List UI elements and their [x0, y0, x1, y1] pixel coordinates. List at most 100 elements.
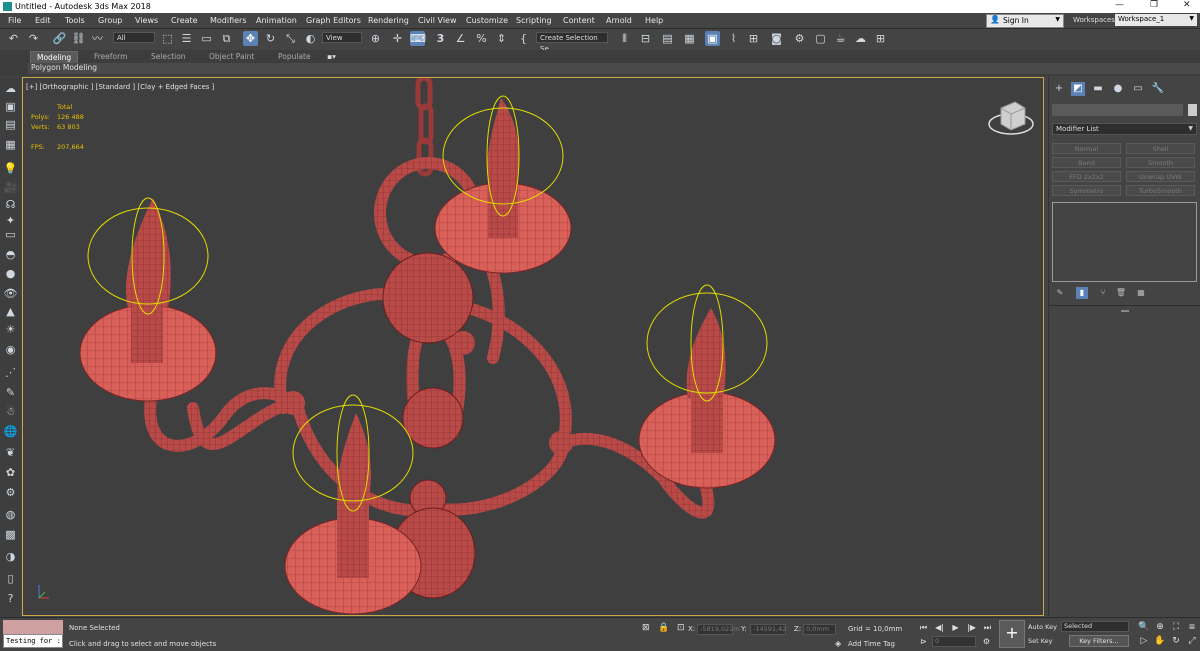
paint-icon[interactable]: ✎ [3, 385, 18, 400]
menu-rendering[interactable]: Rendering [368, 16, 409, 25]
spinner-snap-icon[interactable]: ⇕ [494, 31, 509, 46]
curve-editor-icon[interactable]: ⌇ [726, 31, 741, 46]
menu-content[interactable]: Content [563, 16, 595, 25]
sun-icon[interactable]: ☀ [3, 322, 18, 337]
menu-animation[interactable]: Animation [256, 16, 297, 25]
motion-tab-icon[interactable]: ● [1111, 82, 1125, 96]
viewcube[interactable] [988, 101, 1034, 135]
snaps-toggle-icon[interactable]: 3 [433, 31, 448, 46]
schematic-view-icon[interactable]: ⊞ [746, 31, 761, 46]
menu-scripting[interactable]: Scripting [516, 16, 552, 25]
modifier-turbosmooth-button[interactable]: TurboSmooth [1126, 185, 1195, 196]
menu-edit[interactable]: Edit [35, 16, 51, 25]
goto-start-icon[interactable]: ⏮ [918, 622, 929, 633]
toggle-ribbon-icon[interactable]: ▣ [705, 31, 720, 46]
z-coord-field[interactable]: 0,0mm [803, 624, 836, 635]
zoom-extents-all-icon[interactable]: ⧈ [1186, 621, 1198, 633]
modifier-unwrap-uvw-button[interactable]: Unwrap UVW [1126, 171, 1195, 182]
field-of-view-icon[interactable]: ▷ [1138, 635, 1150, 647]
maximize-button[interactable]: ❐ [1150, 0, 1158, 10]
ribbon-options-icon[interactable]: ▪▾ [327, 51, 336, 62]
display-tab-icon[interactable]: ▭ [1131, 82, 1145, 96]
modifier-normal-button[interactable]: Normal [1052, 143, 1121, 154]
menu-tools[interactable]: Tools [65, 16, 85, 25]
material-editor-icon[interactable]: ◙ [769, 31, 784, 46]
select-rotate-icon[interactable]: ↻ [263, 31, 278, 46]
display-icon[interactable]: ▣ [3, 99, 18, 114]
chandelier-model[interactable] [23, 78, 1044, 616]
compass-icon[interactable]: ◑ [3, 549, 18, 564]
spacewarp-icon[interactable]: ✦ [3, 213, 18, 228]
menu-civil-view[interactable]: Civil View [418, 16, 457, 25]
key-mode-dropdown[interactable]: Selected [1061, 621, 1129, 632]
close-button[interactable]: ✕ [1183, 0, 1191, 10]
leaf-icon[interactable]: ❦ [3, 445, 18, 460]
set-key-big-button[interactable]: + [999, 620, 1025, 648]
maxscript-listener-input[interactable]: Testing for : [3, 634, 63, 648]
toggle-scene-explorer-icon[interactable]: ▤ [660, 31, 675, 46]
play-icon[interactable]: ▶ [950, 622, 961, 633]
scene-explorer-icon[interactable]: ☁ [3, 81, 18, 96]
sphere-icon[interactable]: ● [3, 266, 18, 281]
selection-filter-dropdown[interactable]: All [113, 32, 155, 43]
edit-named-sets-icon[interactable]: { [516, 31, 531, 46]
tab-selection[interactable]: Selection [151, 51, 186, 62]
reference-coord-dropdown[interactable]: View [322, 32, 362, 43]
key-filters-button[interactable]: Key Filters... [1069, 635, 1129, 647]
camera-icon[interactable]: 🎥 [3, 180, 18, 195]
undo-icon[interactable]: ↶ [6, 31, 21, 46]
bind-space-warp-icon[interactable]: 〰 [90, 31, 105, 46]
configure-sets-icon[interactable]: ▦ [1135, 287, 1147, 299]
list-icon[interactable]: ▦ [3, 137, 18, 152]
minimize-button[interactable]: — [1115, 0, 1124, 10]
angle-snap-icon[interactable]: ∠ [453, 31, 468, 46]
menu-create[interactable]: Create [171, 16, 198, 25]
menu-views[interactable]: Views [135, 16, 158, 25]
modify-tab-icon[interactable]: ◩ [1071, 82, 1085, 96]
remove-modifier-icon[interactable]: 🗑 [1115, 287, 1127, 299]
cone-icon[interactable]: ▲ [3, 304, 18, 319]
prev-frame-icon[interactable]: ◀| [934, 622, 945, 633]
zoom-icon[interactable]: 🔍 [1138, 621, 1150, 633]
goto-end-icon[interactable]: ⏭ [982, 622, 993, 633]
modifier-shell-button[interactable]: Shell [1126, 143, 1195, 154]
walker-icon[interactable]: ⚙ [3, 485, 18, 500]
menu-help[interactable]: Help [645, 16, 663, 25]
helper-icon[interactable]: ☊ [3, 197, 18, 212]
workspace-dropdown[interactable]: Workspace_1 ▼ [1115, 14, 1197, 26]
eye-icon[interactable]: 👁 [3, 286, 18, 301]
material-icon[interactable]: ▩ [3, 527, 18, 542]
auto-key-button[interactable]: Auto Key [1028, 622, 1057, 633]
menu-group[interactable]: Group [98, 16, 122, 25]
time-config-icon[interactable]: ⚙ [981, 636, 992, 647]
hierarchy-tab-icon[interactable]: ▬ [1091, 82, 1105, 96]
select-by-name-icon[interactable]: ☰ [179, 31, 194, 46]
menu-file[interactable]: File [8, 16, 21, 25]
file-icon[interactable]: ▯ [3, 571, 18, 586]
select-move-icon[interactable]: ✥ [243, 31, 258, 46]
mirror-icon[interactable]: ⫴ [617, 31, 632, 46]
pin-stack-icon[interactable]: ✎ [1054, 287, 1066, 299]
character-icon[interactable]: ☃ [3, 404, 18, 419]
modifier-symmetry-button[interactable]: Symmetry [1052, 185, 1121, 196]
key-mode-icon[interactable]: ⊳ [918, 636, 929, 647]
render-production-icon[interactable]: ☕ [833, 31, 848, 46]
x-coord-field[interactable]: -5819,022m [697, 624, 740, 635]
link-icon[interactable]: 🔗 [52, 31, 67, 46]
next-frame-icon[interactable]: |▶ [966, 622, 977, 633]
orbit-icon[interactable]: ↻ [1170, 635, 1182, 647]
unlink-icon[interactable]: ⛓ [71, 31, 86, 46]
layer-icon[interactable]: ▤ [3, 117, 18, 132]
globe-icon[interactable]: 🌐 [3, 424, 18, 439]
maxscript-listener-output[interactable] [3, 620, 63, 634]
create-tab-icon[interactable]: + [1052, 82, 1066, 96]
align-icon[interactable]: ⊟ [638, 31, 653, 46]
select-manipulate-icon[interactable]: ✛ [390, 31, 405, 46]
select-scale-icon[interactable]: ⤡ [283, 31, 298, 46]
modifier-ffd-button[interactable]: FFD 2x2x2 [1052, 171, 1121, 182]
render-in-cloud-icon[interactable]: ☁ [853, 31, 868, 46]
show-end-result-icon[interactable]: ▮ [1076, 287, 1088, 299]
toggle-layer-explorer-icon[interactable]: ▦ [682, 31, 697, 46]
modifier-stack[interactable] [1052, 202, 1197, 282]
maximize-viewport-icon[interactable]: ⤢ [1186, 635, 1198, 647]
